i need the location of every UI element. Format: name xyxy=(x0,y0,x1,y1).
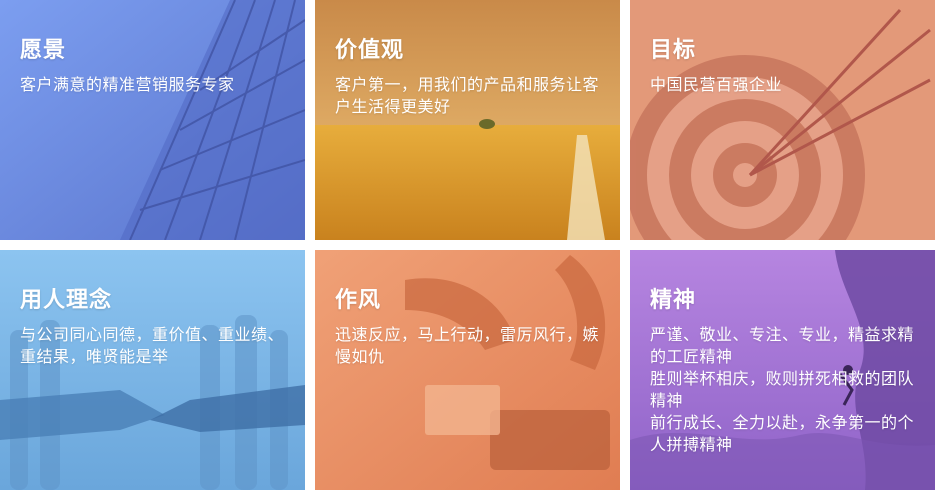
card-title: 作风 xyxy=(335,288,382,313)
card-style[interactable]: 作风 迅速反应，马上行动，雷厉风行，嫉慢如仇 xyxy=(315,250,620,490)
card-title: 目标 xyxy=(650,38,697,63)
card-text: 客户第一，用我们的产品和服务让客户生活得更美好 xyxy=(335,75,600,116)
card-text-1: 严谨、敬业、专注、专业，精益求精的工匠精神 xyxy=(650,325,915,366)
handshake-image xyxy=(0,250,305,490)
card-vision[interactable]: 愿景 客户满意的精准营销服务专家 xyxy=(0,0,305,240)
wheat-field-image xyxy=(315,0,620,240)
card-goal[interactable]: 目标 中国民营百强企业 xyxy=(630,0,935,240)
card-title: 精神 xyxy=(650,288,697,313)
target-arrows-image xyxy=(630,0,935,240)
culture-grid: 愿景 客户满意的精准营销服务专家 价值观 客户第一，用我们的产品和服务让客户生活… xyxy=(0,0,935,490)
card-values[interactable]: 价值观 客户第一，用我们的产品和服务让客户生活得更美好 xyxy=(315,0,620,240)
card-people[interactable]: 用人理念 与公司同心同德，重价值、重业绩、重结果，唯贤能是举 xyxy=(0,250,305,490)
card-text-2: 胜则举杯相庆，败则拼死相救的团队精神 xyxy=(650,369,915,410)
card-text: 客户满意的精准营销服务专家 xyxy=(20,75,235,94)
card-text: 与公司同心同德，重价值、重业绩、重结果，唯贤能是举 xyxy=(20,325,285,366)
card-spirit[interactable]: 精神 严谨、敬业、专注、专业，精益求精的工匠精神 胜则举杯相庆，败则拼死相救的团… xyxy=(630,250,935,490)
card-text: 迅速反应，马上行动，雷厉风行，嫉慢如仇 xyxy=(335,325,600,366)
card-title: 用人理念 xyxy=(20,288,113,313)
desk-work-image xyxy=(315,250,620,490)
card-text: 中国民营百强企业 xyxy=(650,75,783,94)
card-text-3: 前行成长、全力以赴，永争第一的个人拼搏精神 xyxy=(650,413,915,454)
building-glass-image xyxy=(0,0,305,240)
card-title: 愿景 xyxy=(20,38,67,63)
card-title: 价值观 xyxy=(335,38,405,63)
